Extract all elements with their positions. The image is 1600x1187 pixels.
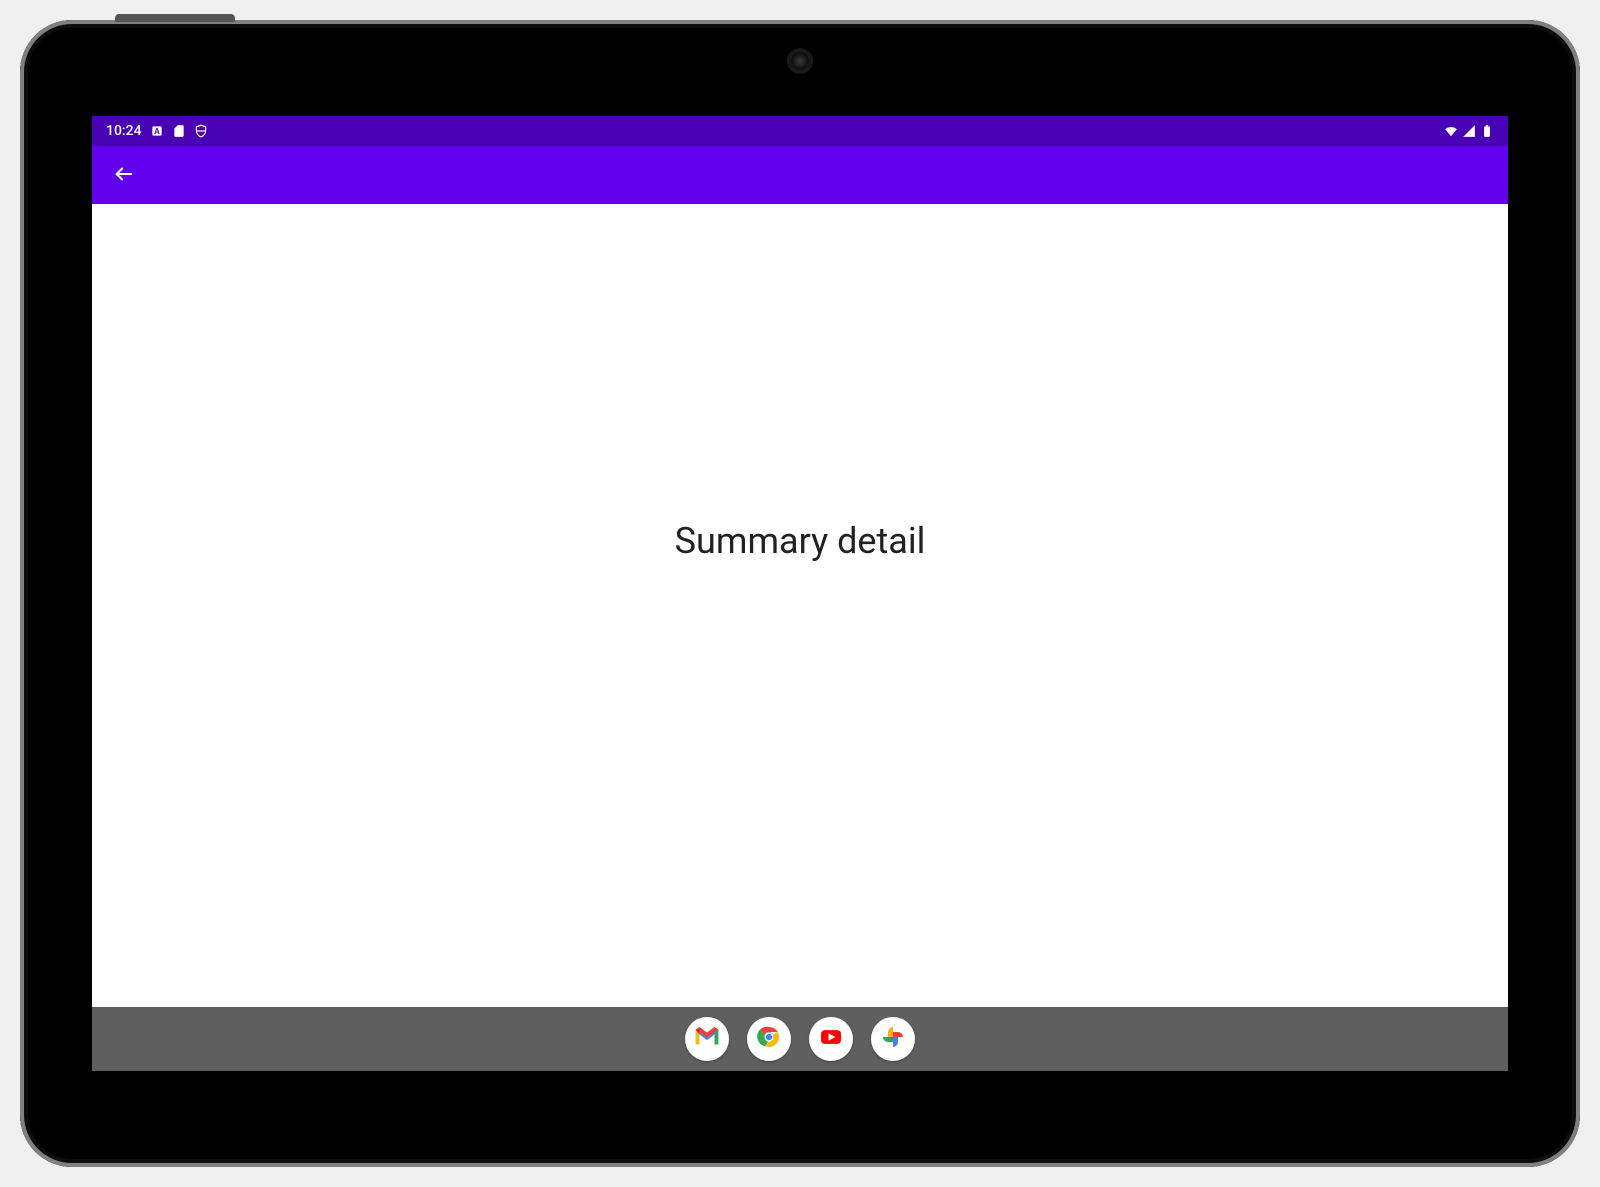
- status-left: 10:24 A: [106, 123, 208, 139]
- shield-icon: [194, 124, 208, 138]
- page-title: Summary detail: [675, 520, 926, 562]
- status-time: 10:24: [106, 123, 142, 139]
- chrome-icon: [754, 1022, 784, 1056]
- tablet-device-frame: 10:24 A: [20, 20, 1580, 1167]
- app-bar: [92, 146, 1508, 204]
- back-arrow-icon: [113, 163, 135, 188]
- taskbar-app-chrome[interactable]: [747, 1017, 791, 1061]
- status-bar: 10:24 A: [92, 116, 1508, 146]
- taskbar: [92, 1007, 1508, 1071]
- status-right: [1444, 124, 1494, 138]
- svg-text:A: A: [154, 127, 160, 136]
- battery-icon: [1480, 124, 1494, 138]
- auto-rotate-icon: A: [150, 124, 164, 138]
- gmail-icon: [692, 1022, 722, 1056]
- cell-signal-icon: [1462, 124, 1476, 138]
- wifi-icon: [1444, 124, 1458, 138]
- screen: 10:24 A: [92, 116, 1508, 1071]
- youtube-icon: [816, 1022, 846, 1056]
- taskbar-app-photos[interactable]: [871, 1017, 915, 1061]
- sd-card-icon: [172, 124, 186, 138]
- front-camera: [791, 52, 809, 70]
- content-area: Summary detail: [92, 204, 1508, 1007]
- taskbar-app-gmail[interactable]: [685, 1017, 729, 1061]
- taskbar-app-youtube[interactable]: [809, 1017, 853, 1061]
- photos-icon: [878, 1022, 908, 1056]
- back-button[interactable]: [104, 155, 144, 195]
- power-button[interactable]: [115, 14, 235, 22]
